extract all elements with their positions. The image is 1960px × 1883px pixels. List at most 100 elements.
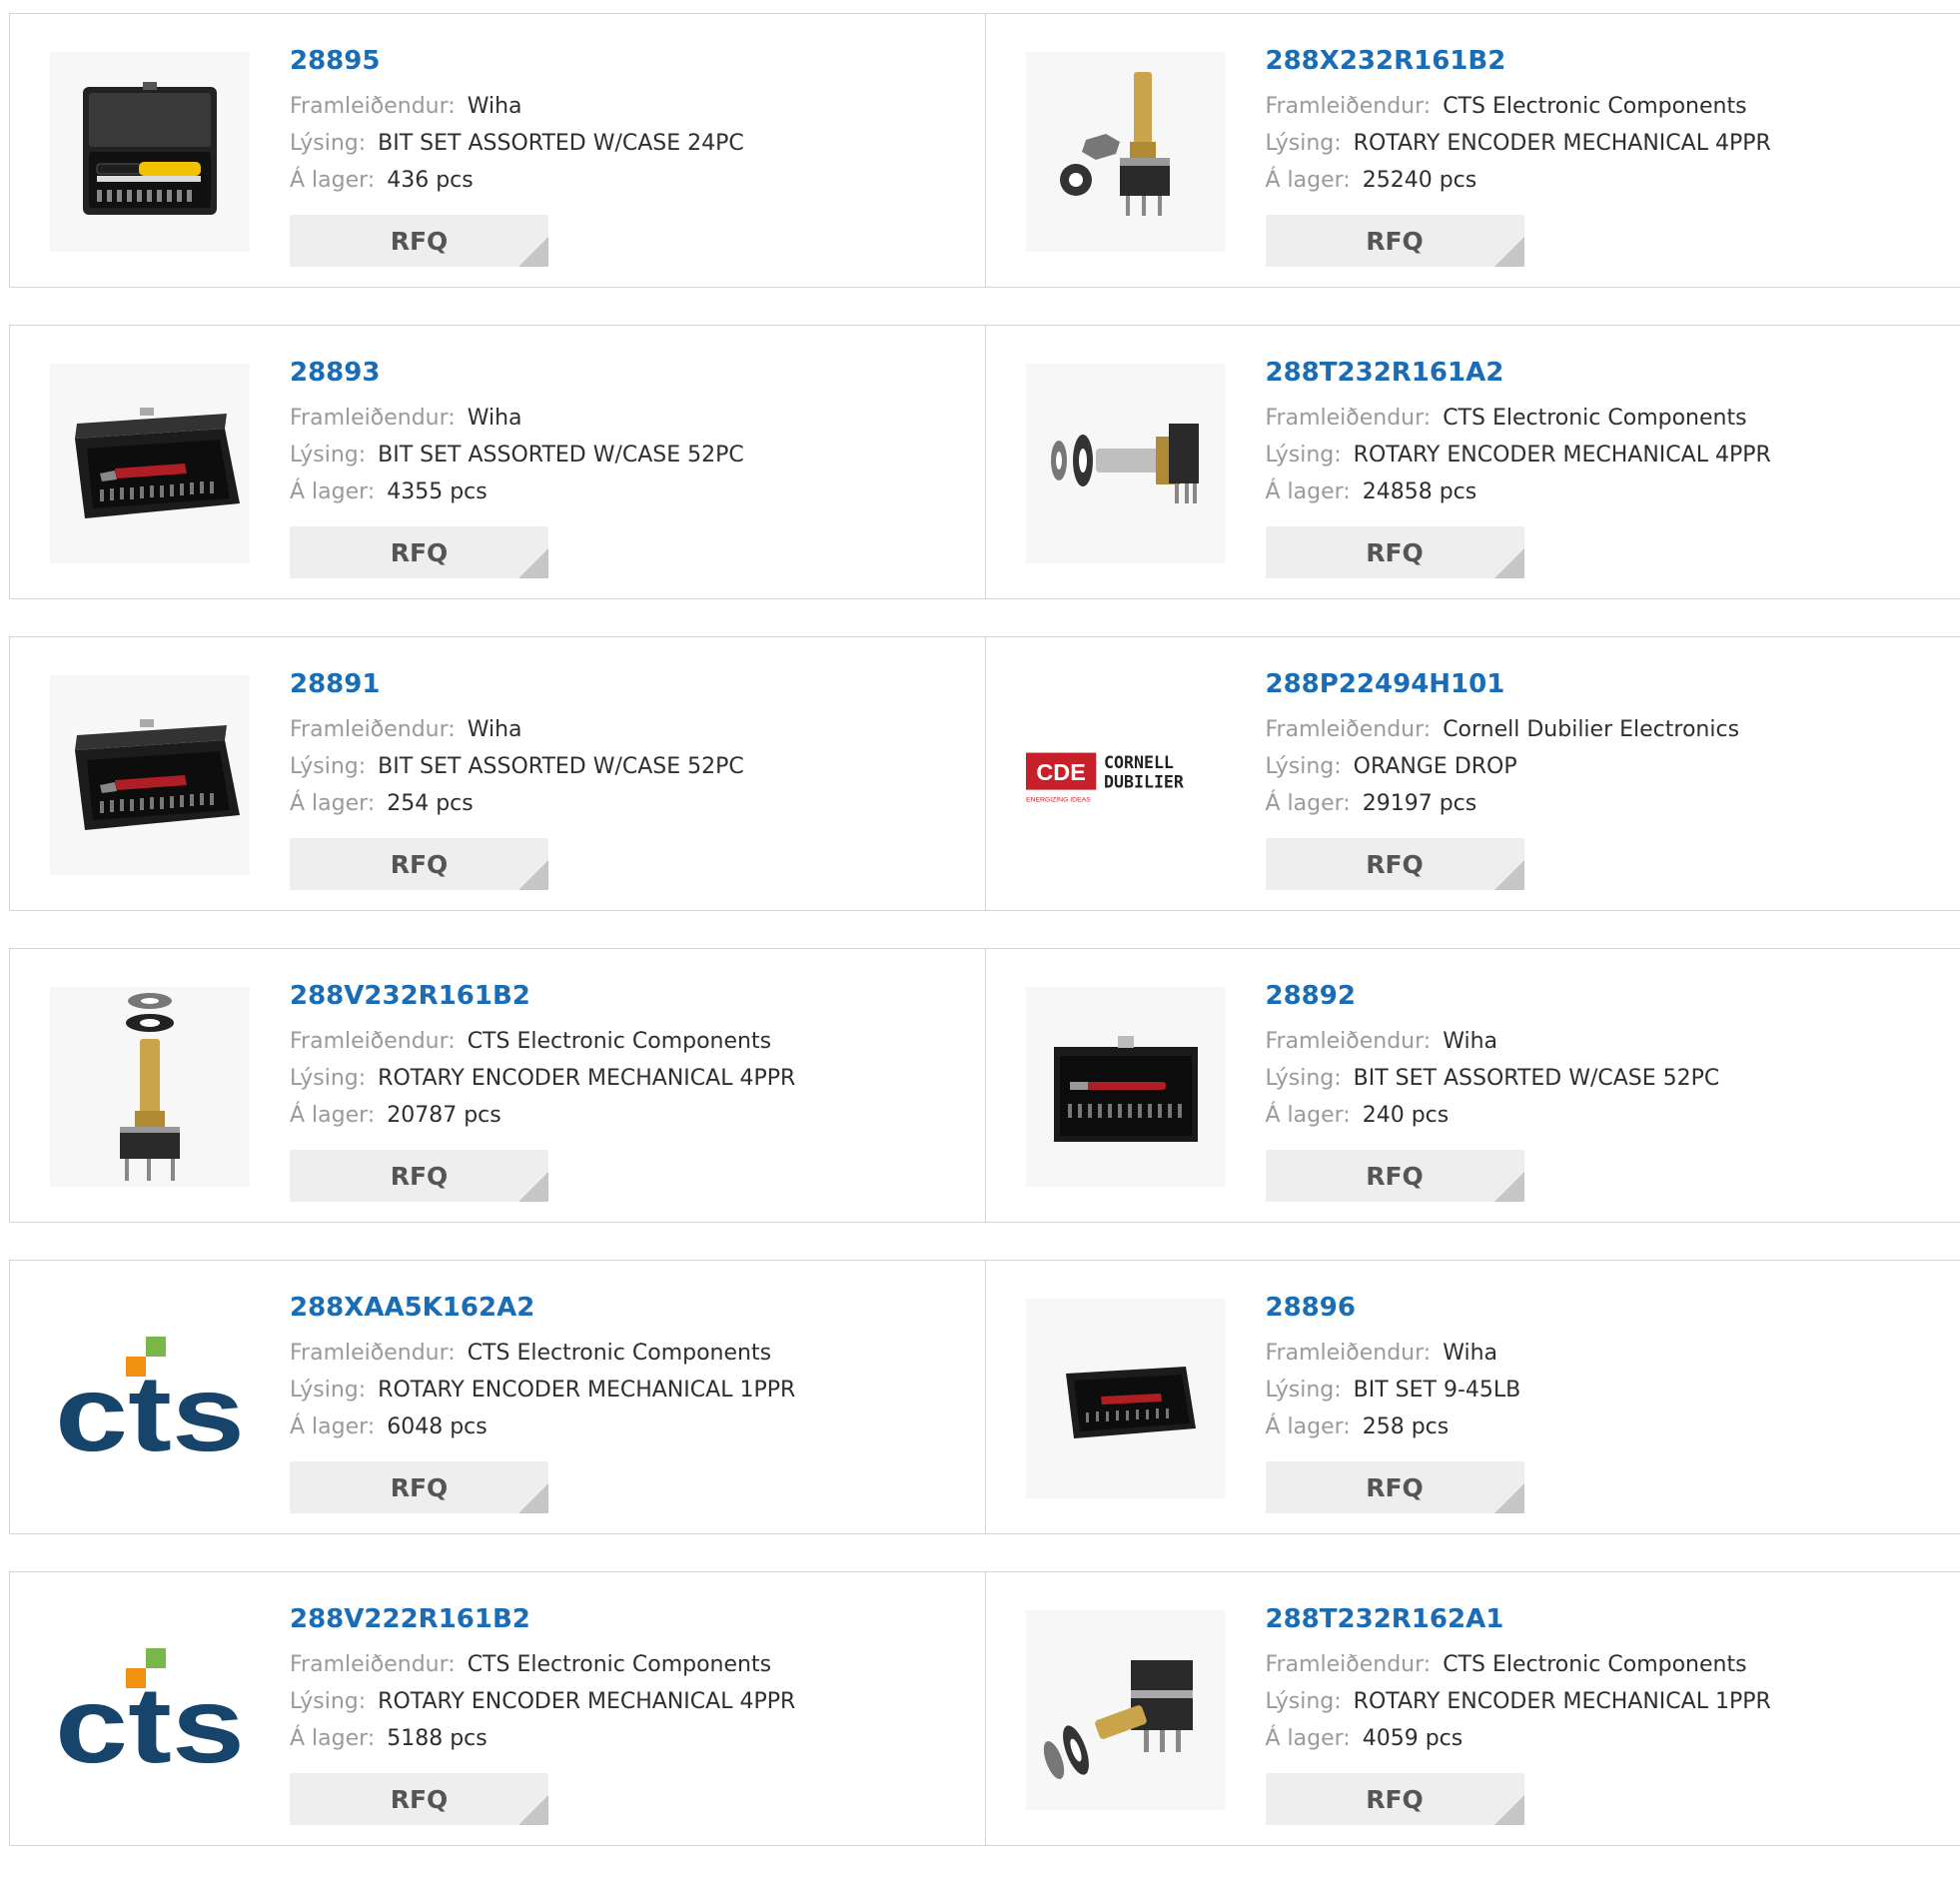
stock-row: Á lager: 4355 pcs [290, 473, 744, 510]
part-number-link[interactable]: 288V232R161B2 [290, 979, 795, 1015]
rfq-button[interactable]: RFQ [290, 1150, 548, 1202]
product-card: cts 288V222R161B2Framleiðendur:CTS Electr… [10, 1572, 986, 1845]
part-number-link[interactable]: 288XAA5K162A2 [290, 1291, 795, 1327]
corner-triangle-icon [1494, 860, 1524, 890]
product-info: 28895Framleiðendur:WihaLýsing:BIT SET AS… [290, 44, 744, 199]
product-info: 288V222R161B2Framleiðendur:CTS Electroni… [290, 1602, 795, 1757]
product-card: 288V232R161B2 Framleiðendur:CTS Electroni… [10, 949, 986, 1222]
rfq-button[interactable]: RFQ [1266, 1461, 1524, 1513]
rfq-button[interactable]: RFQ [290, 1461, 548, 1513]
manufacturer-value: CTS Electronic Components [468, 1652, 771, 1677]
cornell-dubilier-logo-icon: CDECORNELLDUBILIERENERGIZING IDEAS [1026, 740, 1226, 810]
stock-value: 20787 pcs [387, 1103, 501, 1128]
description-value: BIT SET ASSORTED W/CASE 24PC [378, 131, 744, 156]
part-number-link[interactable]: 288T232R161A2 [1266, 356, 1771, 392]
rfq-button-label: RFQ [1366, 538, 1424, 567]
manufacturer-label: Framleiðendur: [1266, 1341, 1432, 1366]
rotary-encoder-vertical-icon [1046, 62, 1206, 242]
product-info: 28891Framleiðendur:WihaLýsing:BIT SET AS… [290, 667, 744, 822]
description-value: ROTARY ENCODER MECHANICAL 1PPR [1354, 1689, 1771, 1714]
bit-set-open-case-image[interactable] [50, 52, 250, 252]
cde-logo-image[interactable]: CDECORNELLDUBILIERENERGIZING IDEAS [1026, 675, 1226, 875]
description-row: Lýsing:ROTARY ENCODER MECHANICAL 4PPR [290, 1683, 795, 1720]
product-info: 28893Framleiðendur:WihaLýsing:BIT SET AS… [290, 356, 744, 510]
part-number-link[interactable]: 28892 [1266, 979, 1720, 1015]
corner-triangle-icon [1494, 1795, 1524, 1825]
manufacturer-row: Framleiðendur:Wiha [1266, 1023, 1720, 1060]
product-row: cts288V222R161B2Framleiðendur:CTS Electr… [9, 1571, 1960, 1846]
rotary-encoder-vertical-image[interactable] [1026, 52, 1226, 252]
part-number-link[interactable]: 28895 [290, 44, 744, 80]
stock-value: 29197 pcs [1363, 791, 1477, 816]
bit-set-metal-case-icon [55, 705, 245, 845]
description-row: Lýsing:BIT SET ASSORTED W/CASE 52PC [1266, 1060, 1720, 1097]
manufacturer-value: Wiha [468, 717, 522, 742]
description-row: Lýsing:ROTARY ENCODER MECHANICAL 4PPR [290, 1060, 795, 1097]
corner-triangle-icon [1494, 237, 1524, 267]
stock-value: 240 pcs [1363, 1103, 1450, 1128]
part-number-link[interactable]: 288X232R161B2 [1266, 44, 1771, 80]
rfq-button[interactable]: RFQ [1266, 1150, 1524, 1202]
product-info: 28896Framleiðendur:WihaLýsing:BIT SET 9-… [1266, 1291, 1521, 1445]
description-label: Lýsing: [1266, 754, 1342, 779]
cts-logo-text: cts [55, 1664, 245, 1780]
product-card: 288T232R162A1 Framleiðendur:CTS Electroni… [986, 1572, 1960, 1845]
stock-value: 4355 pcs [387, 479, 488, 504]
stock-row: Á lager:29197 pcs [1266, 785, 1740, 822]
cts-logo-image[interactable]: cts [50, 1610, 250, 1810]
manufacturer-label: Framleiðendur: [290, 1341, 456, 1366]
rfq-button[interactable]: RFQ [290, 215, 548, 267]
cts-logo-image[interactable]: cts [50, 1299, 250, 1498]
corner-triangle-icon [1494, 1483, 1524, 1513]
stock-label: Á lager: [1266, 1414, 1351, 1439]
product-card: 28896Framleiðendur:WihaLýsing:BIT SET 9-… [986, 1261, 1960, 1533]
description-label: Lýsing: [290, 754, 366, 779]
svg-text:ENERGIZING IDEAS: ENERGIZING IDEAS [1026, 796, 1091, 803]
part-number-link[interactable]: 28891 [290, 667, 744, 703]
rfq-button[interactable]: RFQ [290, 526, 548, 578]
rfq-button-label: RFQ [391, 538, 449, 567]
stock-value: 25240 pcs [1363, 168, 1477, 193]
bit-set-metal-case-small-image[interactable] [1026, 1299, 1226, 1498]
product-card: 28892 Framleiðendur:WihaLýsing:BIT SET AS… [986, 949, 1960, 1222]
description-value: BIT SET ASSORTED W/CASE 52PC [378, 754, 744, 779]
bit-set-metal-case-front-image[interactable] [1026, 987, 1226, 1187]
bit-set-open-case-icon [65, 72, 235, 232]
rfq-button[interactable]: RFQ [290, 1773, 548, 1825]
corner-triangle-icon [518, 1795, 548, 1825]
description-label: Lýsing: [1266, 131, 1342, 156]
bit-set-metal-case-front-icon [1036, 1012, 1216, 1162]
part-number-link[interactable]: 28896 [1266, 1291, 1521, 1327]
rotary-encoder-horizontal-image[interactable] [1026, 364, 1226, 563]
description-value: ROTARY ENCODER MECHANICAL 4PPR [1354, 131, 1771, 156]
manufacturer-row: Framleiðendur:CTS Electronic Components [290, 1023, 795, 1060]
stock-row: Á lager:436 pcs [290, 162, 744, 199]
rotary-encoder-dual-image[interactable] [1026, 1610, 1226, 1810]
rotary-encoder-exploded-image[interactable] [50, 987, 250, 1187]
corner-triangle-icon [518, 548, 548, 578]
manufacturer-row: Framleiðendur:CTS Electronic Components [1266, 1646, 1771, 1683]
stock-value: 24858 pcs [1363, 479, 1477, 504]
stock-row: Á lager:4059 pcs [1266, 1720, 1771, 1757]
part-number-link[interactable]: 288P22494H101 [1266, 667, 1740, 703]
description-value: ORANGE DROP [1354, 754, 1517, 779]
stock-value: 258 pcs [1363, 1414, 1450, 1439]
rfq-button[interactable]: RFQ [1266, 838, 1524, 890]
rfq-button[interactable]: RFQ [1266, 215, 1524, 267]
rotary-encoder-dual-icon [1036, 1620, 1216, 1800]
part-number-link[interactable]: 288V222R161B2 [290, 1602, 795, 1638]
rfq-button[interactable]: RFQ [290, 838, 548, 890]
bit-set-metal-case-image[interactable] [50, 675, 250, 875]
rfq-button[interactable]: RFQ [1266, 1773, 1524, 1825]
cts-logo-text: cts [55, 1353, 245, 1468]
manufacturer-row: Framleiðendur:CTS Electronic Components [1266, 88, 1771, 125]
description-value: BIT SET ASSORTED W/CASE 52PC [378, 443, 744, 468]
part-number-link[interactable]: 28893 [290, 356, 744, 392]
rotary-encoder-exploded-icon [75, 987, 225, 1187]
manufacturer-value: Cornell Dubilier Electronics [1443, 717, 1739, 742]
part-number-link[interactable]: 288T232R162A1 [1266, 1602, 1771, 1638]
rfq-button[interactable]: RFQ [1266, 526, 1524, 578]
corner-triangle-icon [518, 1483, 548, 1513]
bit-set-metal-case-image[interactable] [50, 364, 250, 563]
stock-label: Á lager: [290, 479, 375, 504]
